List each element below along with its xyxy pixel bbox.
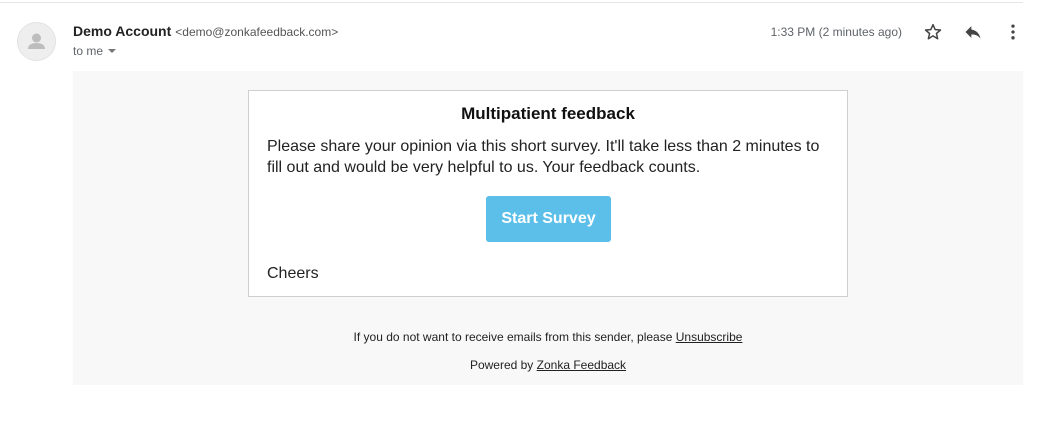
unsubscribe-link[interactable]: Unsubscribe [676, 330, 743, 344]
more-options-button[interactable] [1001, 20, 1025, 44]
survey-message: Please share your opinion via this short… [267, 138, 820, 176]
email-body: Multipatient feedback Please share your … [73, 71, 1023, 385]
recipient-details-toggle[interactable]: to me [73, 44, 117, 58]
sender-avatar[interactable] [17, 22, 56, 61]
sender-name[interactable]: Demo Account [73, 23, 171, 39]
start-survey-button[interactable]: Start Survey [486, 196, 611, 242]
person-icon [28, 33, 45, 49]
unsubscribe-text: If you do not want to receive emails fro… [353, 330, 673, 344]
more-vert-icon [1011, 24, 1015, 40]
caret-down-icon [108, 49, 117, 53]
sender-line: Demo Account <demo@zonkafeedback.com> [73, 23, 338, 41]
powered-by-notice: Powered by Zonka Feedback [73, 358, 1023, 372]
reply-icon [965, 26, 981, 39]
unsubscribe-notice: If you do not want to receive emails fro… [73, 330, 1023, 344]
powered-by-text: Powered by [469, 358, 534, 372]
survey-card: Multipatient feedback Please share your … [248, 90, 848, 297]
email-timestamp: 1:33 PM (2 minutes ago) [770, 25, 902, 39]
header-divider [0, 2, 1023, 3]
recipient-label: to me [73, 44, 104, 58]
email-signoff: Cheers [267, 265, 319, 282]
reply-button[interactable] [961, 20, 985, 44]
sender-email: <demo@zonkafeedback.com> [175, 25, 339, 39]
star-icon [924, 23, 942, 40]
star-button[interactable] [921, 20, 945, 44]
zonka-feedback-link[interactable]: Zonka Feedback [537, 358, 626, 372]
survey-title: Multipatient feedback [461, 104, 635, 123]
